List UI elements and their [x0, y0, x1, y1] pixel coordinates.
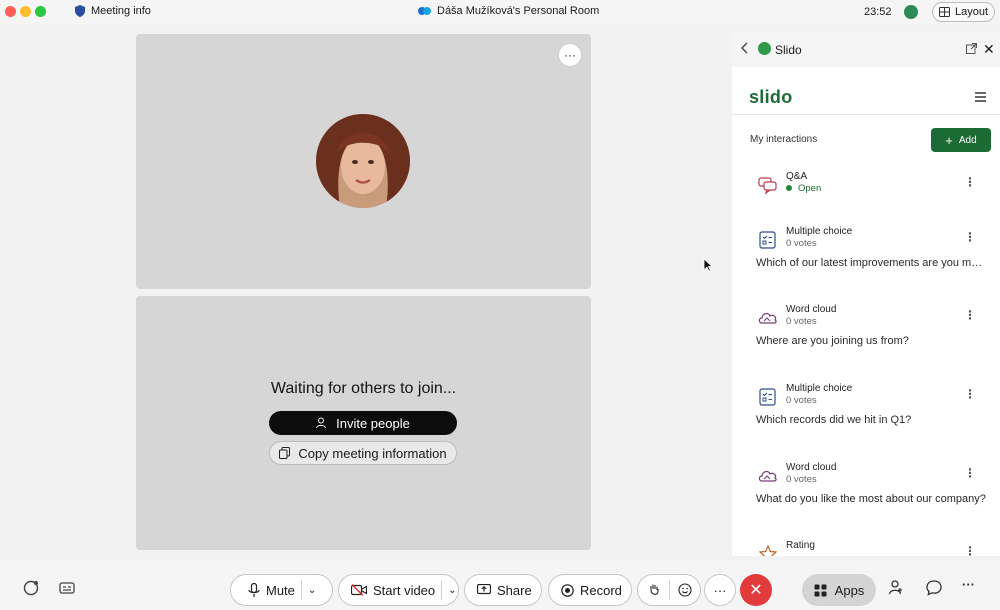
- item-question: Which records did we hit in Q1?: [756, 414, 912, 426]
- brand-row: slido: [732, 67, 1000, 115]
- item-more-icon[interactable]: ⋮: [964, 230, 976, 244]
- close-window-button[interactable]: [5, 6, 16, 17]
- record-label: Record: [580, 582, 622, 598]
- menu-icon[interactable]: [975, 92, 986, 104]
- share-button[interactable]: Share: [464, 574, 542, 606]
- activity-ring-icon[interactable]: [22, 579, 40, 597]
- clock: 23:52: [864, 6, 892, 18]
- shield-icon: [75, 5, 85, 17]
- chat-bubbles-icon: [758, 177, 777, 195]
- item-votes: 0 votes: [786, 395, 817, 406]
- copy-icon: [279, 447, 291, 459]
- slido-panel: Slido ✕ slido My interactions + Add Q&A …: [732, 33, 1000, 556]
- add-interaction-button[interactable]: + Add: [931, 128, 991, 152]
- plus-icon: +: [945, 132, 953, 148]
- captions-icon[interactable]: [58, 579, 76, 597]
- checklist-icon: [759, 231, 776, 249]
- item-title: Word cloud: [786, 462, 837, 473]
- emoji-reaction-icon[interactable]: [678, 583, 692, 597]
- tile-more-button[interactable]: ···: [558, 43, 582, 67]
- invite-people-label: Invite people: [336, 415, 410, 431]
- popout-icon[interactable]: [966, 43, 977, 54]
- apps-grid-icon: [814, 584, 827, 596]
- start-video-button[interactable]: Start video ⌄: [338, 574, 459, 606]
- apps-label: Apps: [834, 582, 865, 598]
- star-icon: [758, 544, 778, 556]
- video-off-icon: [351, 584, 367, 596]
- waiting-tile: Waiting for others to join... Invite peo…: [136, 296, 591, 550]
- copy-meeting-info-button[interactable]: Copy meeting information: [269, 441, 457, 465]
- room-title-label: Dáša Mužíková's Personal Room: [437, 5, 600, 17]
- chevron-down-icon[interactable]: ⌄: [448, 585, 456, 596]
- slido-logo-icon: [758, 42, 771, 55]
- apps-button[interactable]: Apps: [802, 574, 876, 606]
- waiting-message: Waiting for others to join...: [270, 380, 457, 397]
- person-add-icon: [316, 417, 327, 429]
- item-more-icon[interactable]: ⋮: [964, 466, 976, 480]
- raise-hand-icon[interactable]: [648, 583, 661, 597]
- self-video-tile: ···: [136, 34, 591, 289]
- item-votes: 0 votes: [786, 238, 817, 249]
- webex-logo-icon: [418, 7, 431, 15]
- minimize-window-button[interactable]: [20, 6, 31, 17]
- close-icon[interactable]: ✕: [983, 41, 995, 58]
- word-cloud-icon: [758, 470, 777, 482]
- record-button[interactable]: Record: [548, 574, 632, 606]
- item-more-icon[interactable]: ⋮: [964, 544, 976, 556]
- item-title: Multiple choice: [786, 383, 853, 394]
- share-screen-icon: [477, 584, 491, 595]
- invite-people-button[interactable]: Invite people: [269, 411, 457, 435]
- layout-button[interactable]: Layout: [932, 2, 995, 22]
- chat-icon[interactable]: [925, 579, 943, 597]
- title-bar: Meeting info Dáša Mužíková's Personal Ro…: [0, 0, 1000, 24]
- start-video-label: Start video: [373, 582, 436, 598]
- item-question: Where are you joining us from?: [756, 335, 909, 347]
- item-votes: 0 votes: [786, 316, 817, 327]
- more-options-button[interactable]: ···: [704, 574, 736, 606]
- my-interactions-heading: My interactions: [750, 134, 818, 145]
- meeting-info-button[interactable]: Meeting info: [75, 5, 151, 17]
- avatar: [316, 114, 410, 208]
- reactions-group: [637, 574, 701, 606]
- end-meeting-button[interactable]: ✕: [740, 574, 772, 606]
- item-question: Which of our latest improvements are you…: [756, 257, 986, 269]
- room-title: Dáša Mužíková's Personal Room: [418, 5, 599, 17]
- item-title: Word cloud: [786, 304, 837, 315]
- meeting-info-label: Meeting info: [91, 5, 151, 17]
- item-more-icon[interactable]: ⋮: [964, 175, 976, 189]
- item-title: Multiple choice: [786, 226, 853, 237]
- item-title: Rating: [786, 540, 815, 551]
- zoom-window-button[interactable]: [35, 6, 46, 17]
- item-votes: 0 votes: [786, 474, 817, 485]
- network-signal-icon[interactable]: [904, 5, 918, 19]
- mute-label: Mute: [266, 582, 295, 598]
- panel-title: Slido: [775, 43, 802, 57]
- grid-icon: [938, 7, 950, 17]
- item-status: Open: [786, 183, 821, 194]
- slido-brand: slido: [749, 87, 793, 107]
- control-bar: Mute ⌄ Start video ⌄ Share Record ··· ✕ …: [0, 560, 1000, 610]
- mouse-pointer-icon: [703, 258, 713, 272]
- item-more-icon[interactable]: ⋮: [964, 387, 976, 401]
- participants-icon[interactable]: [888, 579, 906, 597]
- chevron-left-icon[interactable]: [740, 42, 750, 54]
- layout-label: Layout: [954, 6, 989, 18]
- open-status-dot: [786, 185, 792, 191]
- item-more-icon[interactable]: ⋮: [964, 308, 976, 322]
- item-question: What do you like the most about our comp…: [756, 493, 986, 505]
- word-cloud-icon: [758, 312, 777, 324]
- add-label: Add: [958, 134, 977, 146]
- panel-header: Slido ✕: [732, 33, 1000, 67]
- microphone-icon: [248, 582, 260, 597]
- checklist-icon: [759, 388, 776, 406]
- share-label: Share: [497, 582, 532, 598]
- overflow-menu-icon[interactable]: ···: [962, 577, 980, 595]
- chevron-down-icon[interactable]: ⌄: [308, 585, 316, 596]
- copy-meeting-info-label: Copy meeting information: [298, 445, 447, 461]
- item-title: Q&A: [786, 171, 808, 182]
- record-icon: [561, 583, 574, 597]
- mute-button[interactable]: Mute ⌄: [230, 574, 333, 606]
